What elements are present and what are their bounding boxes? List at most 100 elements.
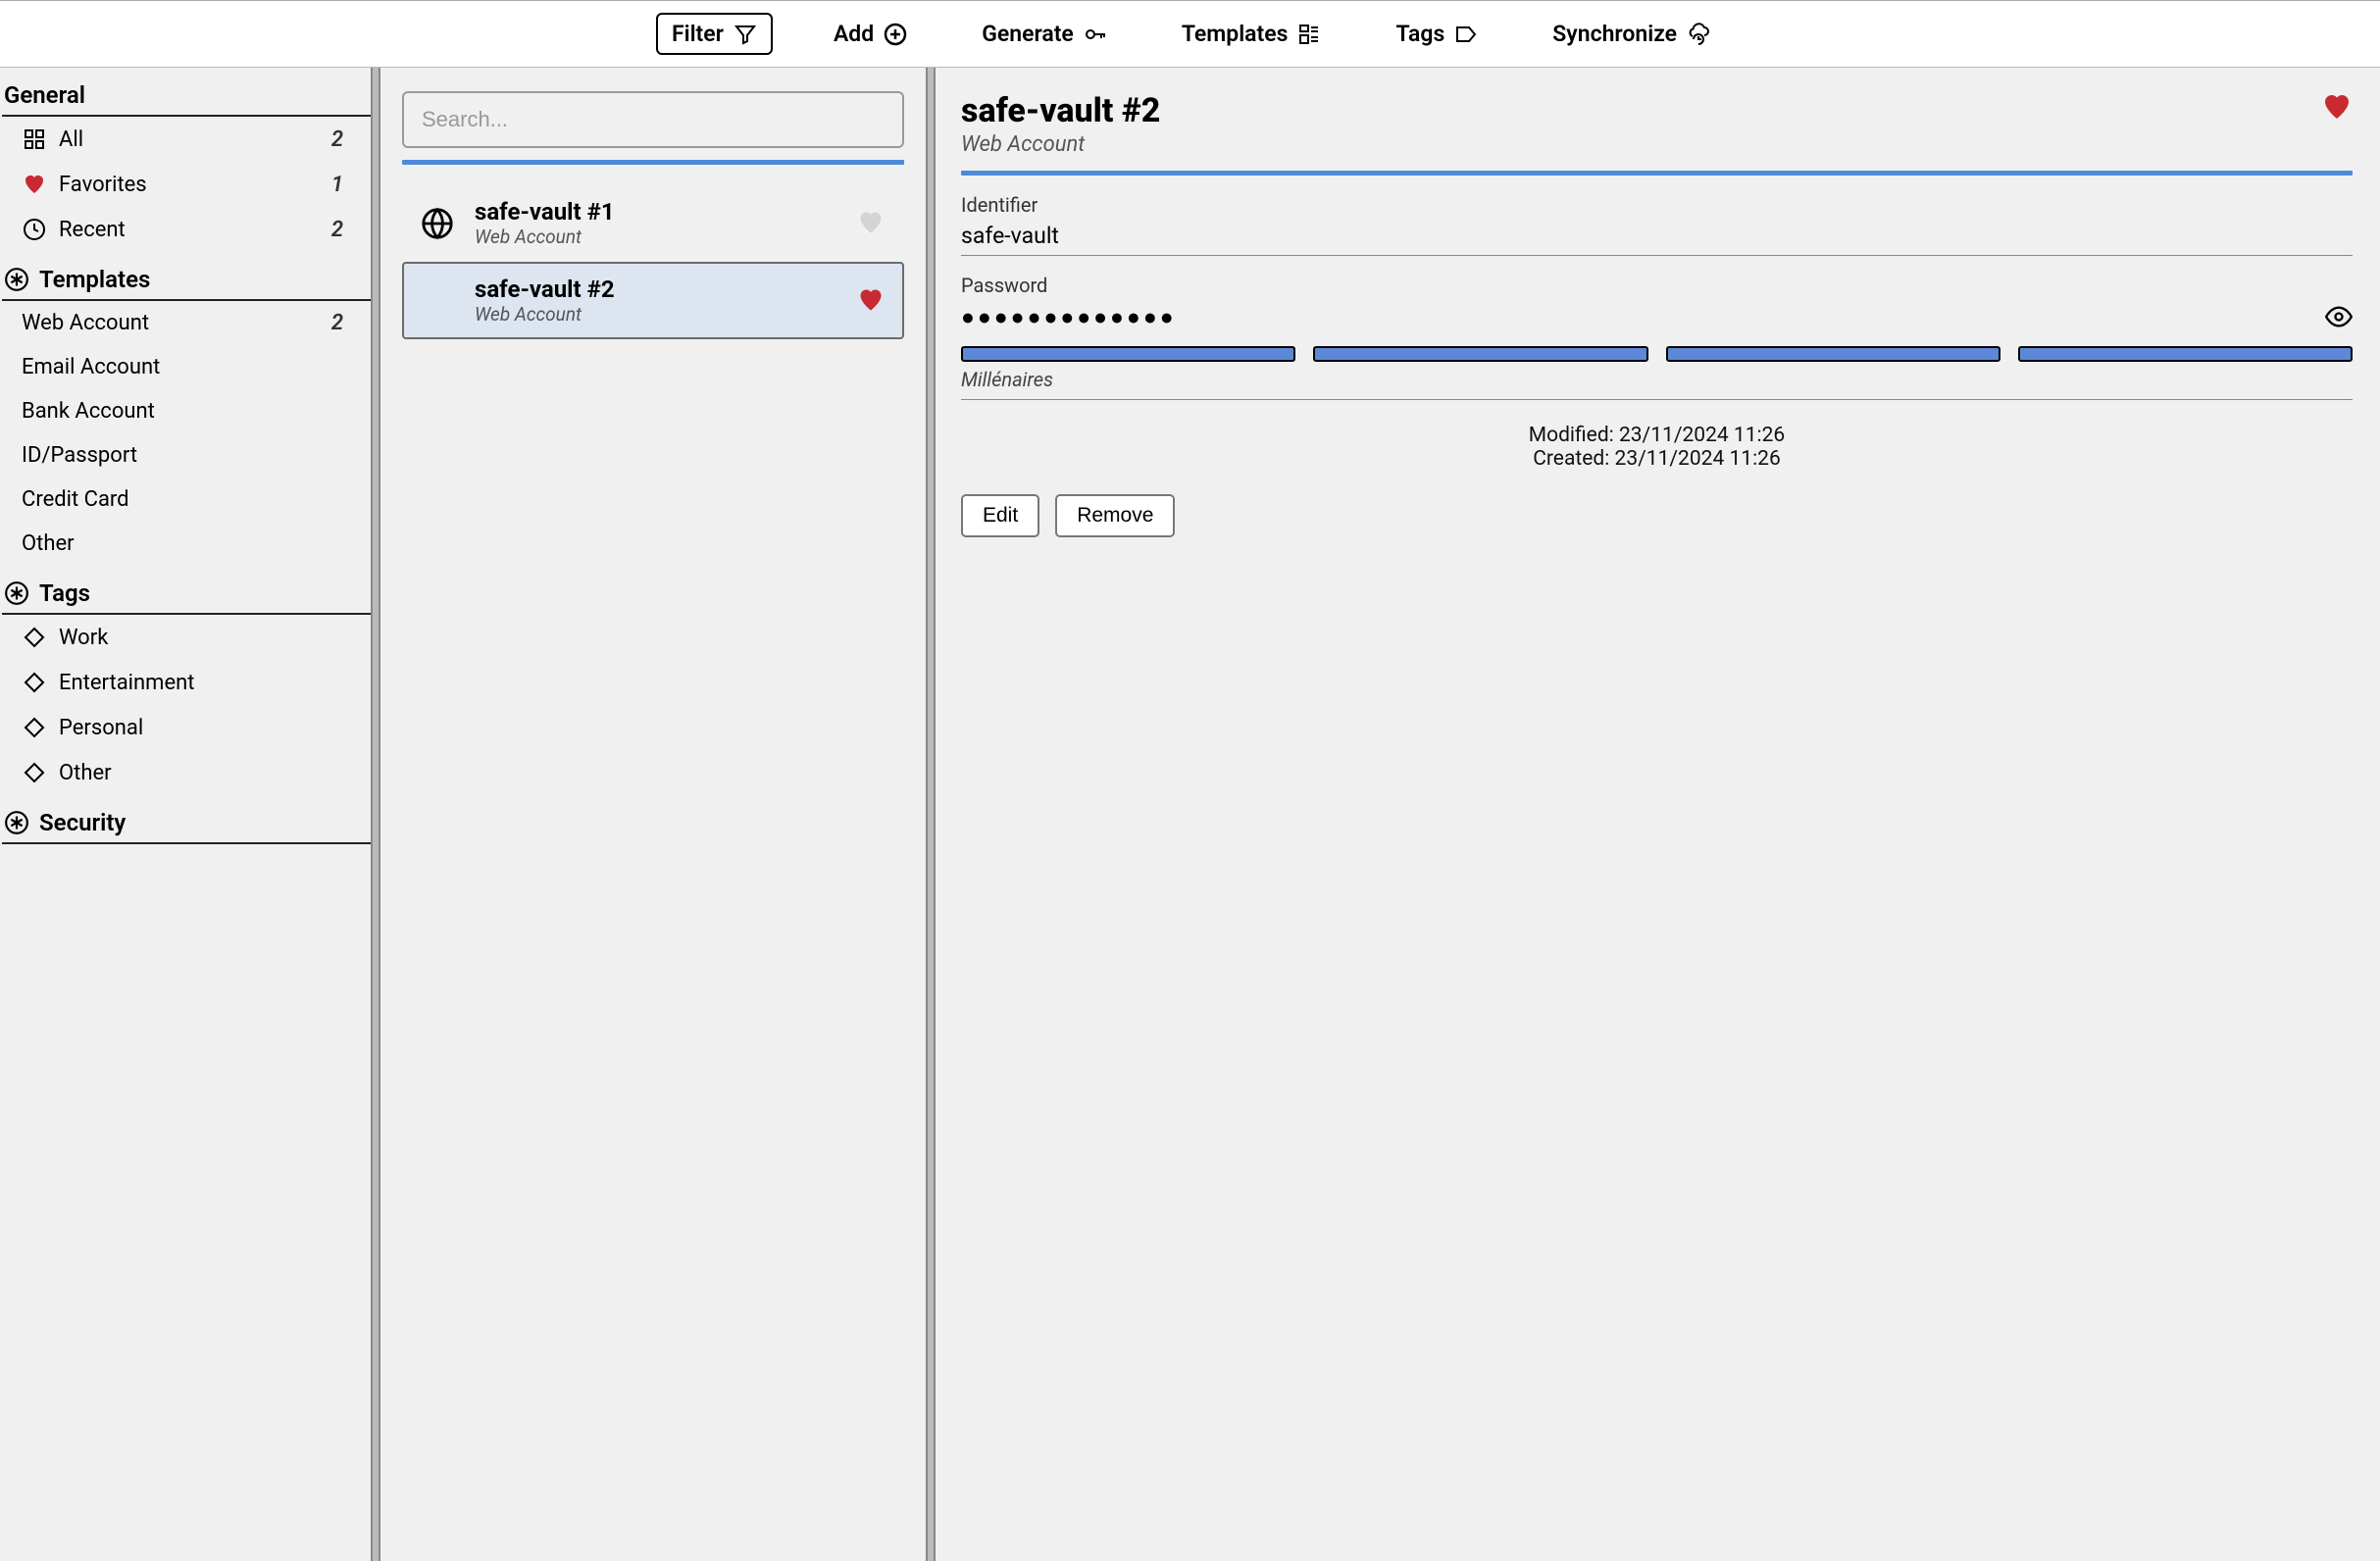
entry-text: safe-vault #1 Web Account — [475, 198, 837, 248]
sidebar-item-email-account[interactable]: Email Account — [0, 345, 373, 389]
accent-bar — [961, 171, 2353, 176]
remove-button[interactable]: Remove — [1055, 494, 1175, 537]
strength-bars — [961, 346, 2353, 362]
sidebar-item-label: Entertainment — [59, 671, 357, 695]
section-header-tags[interactable]: Tags — [2, 566, 371, 615]
list-panel: safe-vault #1 Web Account safe-vault #2 … — [379, 68, 928, 1561]
strength-bar — [2018, 346, 2353, 362]
accent-bar — [402, 160, 904, 165]
sidebar-item-count: 2 — [331, 218, 357, 242]
add-button[interactable]: Add — [820, 15, 921, 53]
entry-subtitle: Web Account — [475, 226, 837, 248]
cloud-sync-icon — [1687, 23, 1710, 46]
heart-outline-icon[interactable] — [857, 209, 886, 238]
sidebar-item-credit-card[interactable]: Credit Card — [0, 478, 373, 522]
sidebar-item-other-template[interactable]: Other — [0, 522, 373, 566]
templates-label: Templates — [1182, 21, 1289, 47]
section-title: Tags — [39, 579, 90, 607]
heart-filled-icon[interactable] — [2321, 91, 2353, 126]
edit-button[interactable]: Edit — [961, 494, 1039, 537]
entry-title: safe-vault #1 — [475, 198, 837, 226]
section-header-security[interactable]: Security — [2, 795, 371, 844]
tags-button[interactable]: Tags — [1382, 15, 1492, 53]
sidebar-item-bank-account[interactable]: Bank Account — [0, 389, 373, 433]
sidebar-item-other-tag[interactable]: Other — [0, 750, 373, 795]
tag-outline-icon — [22, 625, 47, 650]
entry-title: safe-vault #2 — [475, 276, 837, 303]
sidebar-item-count: 1 — [331, 173, 357, 197]
password-masked: ●●●●●●●●●●●●● — [961, 304, 1177, 330]
tag-outline-icon — [22, 670, 47, 695]
vertical-divider[interactable] — [928, 68, 934, 1561]
asterisk-circle-icon — [4, 267, 29, 292]
sidebar-item-label: Personal — [59, 716, 357, 740]
eye-icon[interactable] — [2325, 303, 2353, 330]
section-title: General — [4, 81, 85, 109]
field-label: Identifier — [961, 193, 2353, 217]
synchronize-button[interactable]: Synchronize — [1539, 15, 1724, 53]
toolbar: Filter Add Generate Templates Tags Synch… — [0, 0, 2380, 68]
heart-filled-icon[interactable] — [857, 286, 886, 316]
sidebar-item-all[interactable]: All 2 — [0, 117, 373, 162]
generate-button[interactable]: Generate — [968, 15, 1121, 53]
add-label: Add — [834, 21, 874, 47]
sidebar-item-label: Email Account — [22, 355, 357, 379]
meta-block: Modified: 23/11/2024 11:26 Created: 23/1… — [961, 424, 2353, 471]
synchronize-label: Synchronize — [1552, 21, 1677, 47]
password-field: Password ●●●●●●●●●●●●● Millénaires — [961, 274, 2353, 400]
vertical-divider[interactable] — [373, 68, 379, 1561]
strength-bar — [1666, 346, 2000, 362]
section-title: Security — [39, 809, 126, 836]
entry-icon-placeholder — [420, 283, 455, 319]
button-row: Edit Remove — [961, 494, 2353, 537]
grid-icon — [22, 126, 47, 152]
identifier-field: Identifier safe-vault — [961, 193, 2353, 256]
sidebar-item-entertainment[interactable]: Entertainment — [0, 660, 373, 705]
list-item[interactable]: safe-vault #1 Web Account — [402, 184, 904, 262]
sidebar-item-label: Recent — [59, 218, 320, 242]
detail-panel: safe-vault #2 Web Account Identifier saf… — [934, 68, 2380, 1561]
sidebar-item-work[interactable]: Work — [0, 615, 373, 660]
detail-header: safe-vault #2 Web Account — [961, 91, 2353, 157]
entry-subtitle: Web Account — [475, 303, 837, 326]
entry-text: safe-vault #2 Web Account — [475, 276, 837, 326]
section-header-general[interactable]: General — [2, 68, 371, 117]
strength-label: Millénaires — [961, 368, 2353, 400]
search-input[interactable] — [402, 91, 904, 148]
sidebar-item-personal[interactable]: Personal — [0, 705, 373, 750]
heart-icon — [22, 172, 47, 197]
key-icon — [1084, 23, 1107, 46]
asterisk-circle-icon — [4, 810, 29, 835]
sidebar-item-label: Favorites — [59, 173, 320, 197]
sidebar-item-label: Credit Card — [22, 487, 357, 512]
strength-bar — [961, 346, 1295, 362]
sidebar-item-label: ID/Passport — [22, 443, 357, 468]
section-title: Templates — [39, 266, 150, 293]
sidebar-item-label: Bank Account — [22, 399, 357, 424]
sidebar-item-id-passport[interactable]: ID/Passport — [0, 433, 373, 478]
sidebar-item-label: Work — [59, 626, 357, 650]
identifier-value: safe-vault — [961, 223, 1059, 249]
strength-bar — [1313, 346, 1647, 362]
sidebar-item-label: Web Account — [22, 311, 320, 335]
template-icon — [1297, 23, 1321, 46]
sidebar-item-favorites[interactable]: Favorites 1 — [0, 162, 373, 207]
sidebar-item-recent[interactable]: Recent 2 — [0, 207, 373, 252]
sidebar-item-web-account[interactable]: Web Account 2 — [0, 301, 373, 345]
filter-icon — [734, 23, 757, 46]
filter-label: Filter — [672, 21, 724, 47]
created-line: Created: 23/11/2024 11:26 — [961, 447, 2353, 471]
list-item[interactable]: safe-vault #2 Web Account — [402, 262, 904, 339]
sidebar-item-count: 2 — [331, 127, 357, 152]
filter-button[interactable]: Filter — [656, 13, 773, 55]
templates-button[interactable]: Templates — [1168, 15, 1336, 53]
detail-title: safe-vault #2 — [961, 91, 1160, 130]
tags-label: Tags — [1395, 21, 1444, 47]
tag-icon — [1454, 23, 1478, 46]
section-header-templates[interactable]: Templates — [2, 252, 371, 301]
sidebar-item-label: Other — [59, 761, 357, 785]
sidebar-item-count: 2 — [331, 311, 357, 335]
field-label: Password — [961, 274, 2353, 297]
asterisk-circle-icon — [4, 580, 29, 606]
sidebar: General All 2 Favorites 1 Recent 2 Templ… — [0, 68, 373, 1561]
